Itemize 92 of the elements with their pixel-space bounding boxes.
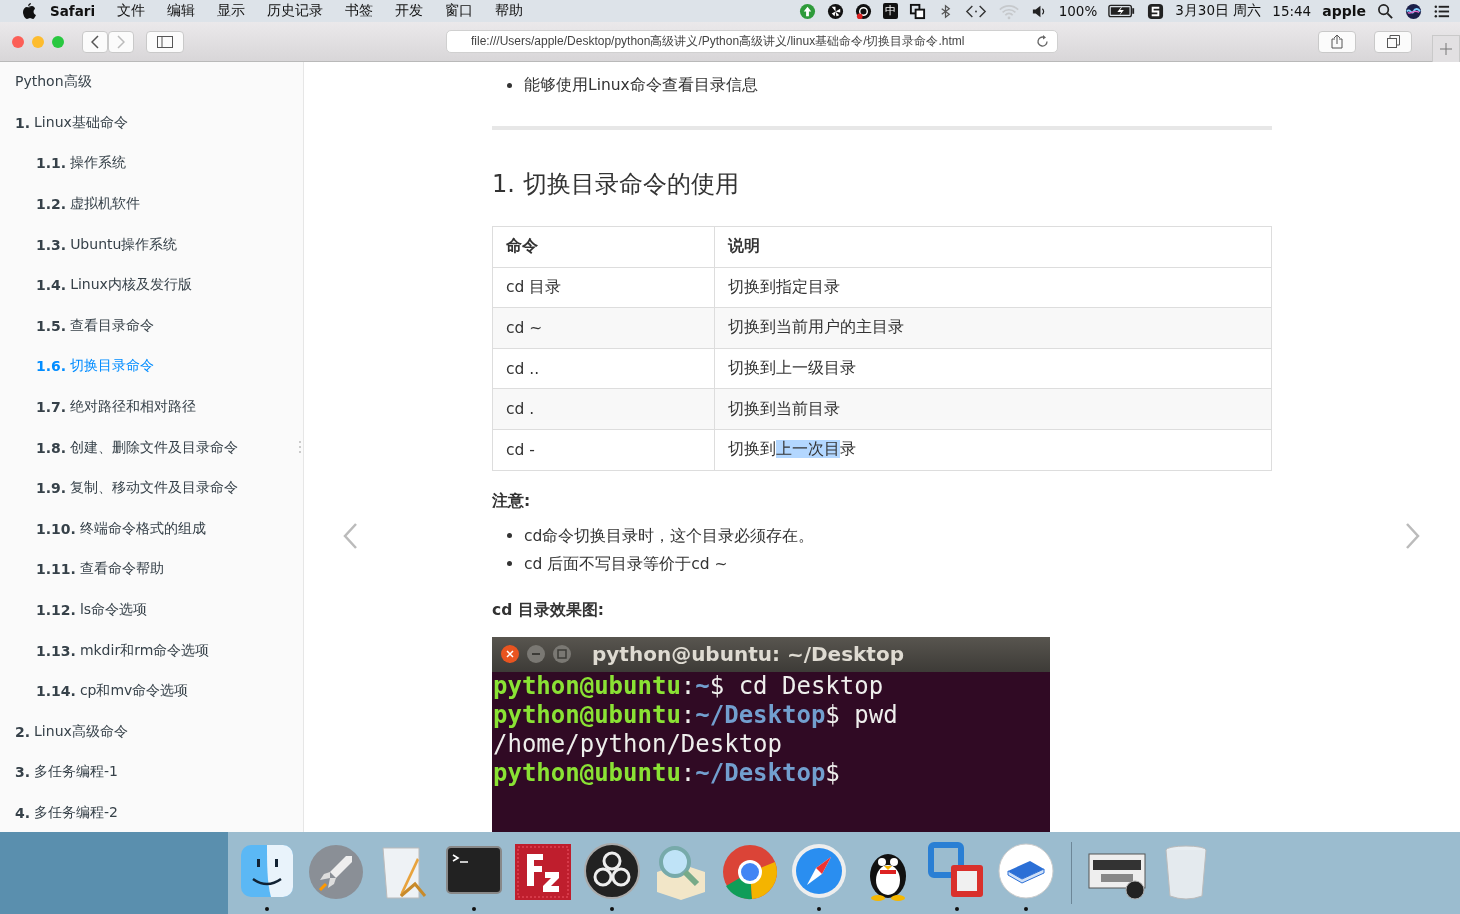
sidebar-item[interactable]: 1.8. 创建、删除文件及目录命令 bbox=[0, 427, 303, 468]
column-header: 说明 bbox=[714, 226, 1272, 268]
sidebar-icon bbox=[157, 35, 173, 48]
maximize-icon bbox=[552, 644, 572, 665]
search-icon[interactable] bbox=[1377, 2, 1394, 20]
screenshot-icon[interactable] bbox=[1088, 853, 1146, 899]
status-text: 3月30日 周六 bbox=[1175, 2, 1262, 20]
menu-item[interactable]: 历史记录 bbox=[267, 2, 324, 20]
sidebar-item[interactable]: 1.4. Linux内核及发行版 bbox=[0, 264, 303, 306]
face-icon[interactable] bbox=[241, 845, 293, 897]
menu-item[interactable]: 窗口 bbox=[445, 2, 474, 20]
terminal-line: python@ubuntu:~$ cd Desktop bbox=[492, 671, 885, 701]
sidebar-item[interactable]: 2. Linux高级命令 bbox=[0, 711, 303, 753]
sidebar-item[interactable]: 1.9. 复制、移动文件及目录命令 bbox=[0, 467, 303, 509]
menu-item[interactable]: 帮助 bbox=[495, 2, 524, 20]
vm-icon[interactable] bbox=[928, 842, 983, 897]
address-field[interactable]: file:///Users/apple/Desktop/python高级讲义/Python高级讲义/linux基础命令/切换目录命令.html bbox=[446, 30, 1058, 53]
sidebar-item[interactable]: 1.2. 虚拟机软件 bbox=[0, 183, 303, 225]
table-cell: 切换到上一次目录 bbox=[714, 429, 1272, 471]
table-cell: 切换到指定目录 bbox=[714, 267, 1272, 308]
table-cell: 切换到上一级目录 bbox=[714, 348, 1272, 389]
chevron-right-icon bbox=[117, 34, 125, 49]
figure-title: cd 目录效果图: bbox=[492, 599, 605, 621]
terminal-line: python@ubuntu:~/Desktop$ pwd bbox=[492, 700, 899, 730]
sidebar-item[interactable]: 3. 多任务编程-1 bbox=[0, 752, 303, 793]
chevron-left-icon bbox=[91, 34, 99, 49]
table-cell: cd 目录 bbox=[492, 267, 715, 308]
table-cell: cd - bbox=[492, 429, 715, 471]
sidebar-item[interactable]: 1.7. 绝对路径和相对路径 bbox=[0, 386, 303, 428]
book-title[interactable]: Python高级 bbox=[0, 62, 303, 103]
sogou-icon[interactable] bbox=[1147, 2, 1165, 20]
recorder-icon[interactable] bbox=[854, 2, 872, 20]
section-heading: 1. 切换目录命令的使用 bbox=[492, 169, 740, 200]
bullet-text: cd 后面不写目录等价于cd ~ bbox=[524, 553, 728, 575]
tabs-icon bbox=[1386, 35, 1400, 48]
back-button[interactable] bbox=[82, 30, 108, 53]
share-icon bbox=[1331, 34, 1343, 49]
terminal-line: /home/python/Desktop bbox=[492, 729, 783, 759]
terminal-line: python@ubuntu:~/Desktop$ bbox=[492, 758, 841, 788]
sidebar-item[interactable]: 1.5. 查看目录命令 bbox=[0, 305, 303, 347]
menu-item[interactable]: 开发 bbox=[395, 2, 424, 20]
plus-icon bbox=[1440, 42, 1452, 55]
note-title: 注意: bbox=[492, 490, 532, 512]
sidebar-item[interactable]: 1.14. cp和mv命令选项 bbox=[0, 670, 303, 712]
table-cell: 切换到当前用户的主目录 bbox=[714, 307, 1272, 349]
compass-icon[interactable] bbox=[792, 844, 846, 898]
menu-item[interactable]: 显示 bbox=[217, 2, 246, 20]
siri-icon[interactable] bbox=[1405, 2, 1422, 20]
table-cell: cd .. bbox=[492, 348, 715, 389]
user-name[interactable]: apple bbox=[1322, 3, 1366, 19]
bullet-text: cd命令切换目录时，这个目录必须存在。 bbox=[524, 525, 815, 547]
terminal-icon[interactable] bbox=[446, 846, 502, 894]
sidebar-item[interactable]: 1.12. ls命令选项 bbox=[0, 589, 303, 631]
apple-icon[interactable] bbox=[20, 2, 36, 20]
status-text: 100% bbox=[1058, 3, 1098, 19]
rocket-icon[interactable] bbox=[309, 844, 363, 899]
table-cell: cd ~ bbox=[492, 307, 715, 349]
input-method-icon[interactable]: 中 bbox=[882, 3, 898, 19]
sidebar-item[interactable]: 4. 多任务编程-2 bbox=[0, 792, 303, 832]
terminal-title: python@ubuntu: ~/Desktop bbox=[592, 642, 904, 667]
minimize-icon bbox=[526, 644, 546, 665]
sidebar-item[interactable]: 1.13. mkdir和rm命令选项 bbox=[0, 630, 303, 671]
battery-icon[interactable] bbox=[1108, 3, 1137, 19]
menu-item[interactable]: 文件 bbox=[117, 2, 146, 20]
book-icon[interactable] bbox=[998, 843, 1054, 899]
bullet-icon bbox=[507, 82, 512, 88]
tabs-button[interactable] bbox=[1374, 30, 1412, 53]
obs-icon[interactable] bbox=[584, 843, 640, 899]
pencil-icon[interactable] bbox=[382, 847, 427, 898]
sidebar-button[interactable] bbox=[146, 30, 184, 53]
app-menu[interactable]: Safari bbox=[50, 3, 96, 19]
bullet-icon bbox=[507, 533, 512, 539]
sidebar-item[interactable]: 1. Linux基础命令 bbox=[0, 102, 303, 144]
menu-item[interactable]: 编辑 bbox=[167, 2, 196, 20]
reload-icon[interactable] bbox=[1036, 35, 1049, 48]
sidebar-item[interactable]: 1.11. 查看命令帮助 bbox=[0, 549, 303, 590]
penguin-icon[interactable] bbox=[870, 853, 906, 901]
column-header: 命令 bbox=[492, 226, 715, 268]
close-icon bbox=[500, 644, 520, 665]
table-cell: cd . bbox=[492, 388, 715, 430]
sidebar-item[interactable]: 1.10. 终端命令格式的组成 bbox=[0, 508, 303, 550]
fan-icon[interactable] bbox=[826, 2, 844, 20]
windows-icon[interactable] bbox=[908, 2, 926, 20]
sidebar-item[interactable]: 1.3. Ubuntu操作系统 bbox=[0, 224, 303, 265]
status-text: 15:44 bbox=[1272, 3, 1312, 19]
menu-item[interactable]: 书签 bbox=[345, 2, 374, 20]
bullet-icon bbox=[507, 561, 512, 567]
chrome-icon[interactable] bbox=[723, 844, 777, 899]
filezilla-icon[interactable] bbox=[515, 843, 571, 900]
table-cell: 切换到当前目录 bbox=[714, 388, 1272, 430]
bullet-text: 能够使用Linux命令查看目录信息 bbox=[524, 75, 758, 96]
sidebar-item[interactable]: 1.1. 操作系统 bbox=[0, 143, 303, 184]
